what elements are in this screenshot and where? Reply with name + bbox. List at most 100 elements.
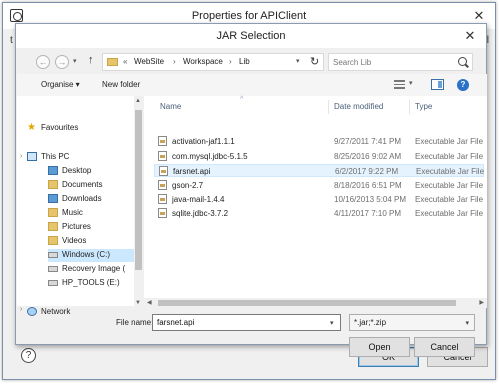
sidebar-item-desktop[interactable]: Desktop bbox=[48, 165, 133, 178]
file-name: gson-2.7 bbox=[172, 181, 204, 190]
column-divider[interactable] bbox=[328, 100, 329, 114]
jar-file-icon bbox=[158, 208, 167, 218]
command-bar: Organise ▾ New folder ▾ ? bbox=[17, 74, 487, 96]
music-folder-icon bbox=[48, 208, 58, 217]
sidebar-item-label: Music bbox=[62, 208, 83, 217]
file-name-label: File name: bbox=[116, 318, 154, 327]
scroll-up-icon[interactable]: ▲ bbox=[135, 98, 141, 104]
file-name: com.mysql.jdbc-5.1.5 bbox=[172, 152, 248, 161]
jar-selection-dialog: JAR Selection ✕ ← → ▾ ↑ « WebSite › Work… bbox=[15, 23, 487, 357]
file-type: Executable Jar File bbox=[415, 195, 484, 204]
file-name: java-mail-1.4.4 bbox=[172, 195, 225, 204]
file-name-field[interactable] bbox=[152, 314, 341, 331]
column-header-name[interactable]: Name bbox=[160, 102, 181, 111]
dialog-close-icon[interactable]: ✕ bbox=[460, 27, 480, 45]
file-date: 10/16/2013 5:04 PM bbox=[334, 195, 407, 204]
chevron-down-icon: ▾ bbox=[465, 320, 469, 327]
scroll-down-icon[interactable]: ▼ bbox=[135, 300, 141, 306]
sidebar-item-documents[interactable]: Documents bbox=[48, 179, 133, 192]
view-dropdown-icon[interactable]: ▾ bbox=[409, 79, 413, 87]
column-header-date-modified[interactable]: Date modified bbox=[334, 102, 383, 111]
drive-icon bbox=[48, 280, 58, 286]
sidebar-item-downloads[interactable]: Downloads bbox=[48, 193, 133, 206]
column-divider[interactable] bbox=[409, 100, 410, 114]
sidebar-item-label: Downloads bbox=[62, 194, 102, 203]
breadcrumb-overflow[interactable]: « bbox=[123, 57, 127, 66]
dialog-cancel-button[interactable]: Cancel bbox=[414, 337, 475, 357]
sidebar-item-windows-c[interactable]: Windows (C:) bbox=[48, 249, 134, 262]
outer-side-text-left: t bbox=[10, 35, 13, 46]
properties-window: Properties for APIClient ✕ t l ? OK Canc… bbox=[2, 2, 496, 380]
sidebar-item-this-pc[interactable]: This PC bbox=[27, 151, 127, 164]
pictures-folder-icon bbox=[48, 222, 58, 231]
sidebar-item-label: Favourites bbox=[41, 123, 79, 132]
breadcrumb-lib[interactable]: Lib bbox=[239, 57, 250, 66]
star-icon: ★ bbox=[27, 122, 36, 133]
expand-arrow-icon[interactable]: › bbox=[20, 153, 22, 160]
preview-pane-icon[interactable] bbox=[431, 79, 444, 90]
scroll-right-icon[interactable]: ▶ bbox=[479, 299, 484, 306]
open-button[interactable]: Open bbox=[349, 337, 410, 357]
new-folder-button[interactable]: New folder bbox=[102, 80, 140, 89]
jar-file-icon bbox=[158, 136, 167, 146]
horizontal-scroll-thumb[interactable] bbox=[158, 300, 456, 306]
sidebar-scroll-thumb[interactable] bbox=[135, 110, 142, 270]
file-name-dropdown-icon[interactable]: ▾ bbox=[330, 319, 334, 327]
jar-file-icon bbox=[158, 180, 167, 190]
sidebar-item-favourites[interactable]: ★ Favourites bbox=[27, 122, 127, 135]
navigation-pane: ★ Favourites › This PC Desktop Documents… bbox=[17, 96, 136, 313]
organise-menu[interactable]: Organise ▾ bbox=[41, 80, 80, 89]
desktop-folder-icon bbox=[48, 166, 58, 175]
file-list: Name ^ Date modified Type activation-jaf… bbox=[144, 96, 487, 308]
file-row[interactable]: java-mail-1.4.4 10/16/2013 5:04 PM Execu… bbox=[154, 193, 484, 206]
jar-file-icon bbox=[159, 166, 168, 176]
view-options-icon[interactable] bbox=[394, 80, 405, 89]
forward-arrow-icon[interactable]: → bbox=[55, 55, 69, 69]
breadcrumb-separator: › bbox=[229, 57, 232, 66]
file-name: sqlite.jdbc-3.7.2 bbox=[172, 209, 229, 218]
sidebar-item-music[interactable]: Music bbox=[48, 207, 133, 220]
expand-arrow-icon[interactable]: › bbox=[20, 306, 22, 313]
file-list-horizontal-scrollbar[interactable]: ◀ ▶ bbox=[144, 298, 487, 308]
sidebar-item-network[interactable]: Network bbox=[27, 306, 127, 319]
file-row[interactable]: com.mysql.jdbc-5.1.5 8/25/2016 9:02 AM E… bbox=[154, 150, 484, 163]
sidebar-item-label: Documents bbox=[62, 180, 103, 189]
file-row-selected[interactable]: farsnet.api 6/2/2017 9:22 PM Executable … bbox=[154, 164, 484, 177]
refresh-icon[interactable]: ↻ bbox=[310, 55, 319, 68]
address-dropdown-icon[interactable]: ▾ bbox=[296, 57, 300, 65]
drive-icon bbox=[48, 252, 58, 258]
address-bar[interactable]: « WebSite › Workspace › Lib ▾ ↻ bbox=[102, 53, 324, 71]
help-icon[interactable]: ? bbox=[21, 348, 36, 363]
sidebar-item-label: Network bbox=[41, 307, 71, 316]
dialog-titlebar: JAR Selection ✕ bbox=[16, 24, 486, 48]
search-icon[interactable] bbox=[458, 57, 467, 66]
dialog-help-icon[interactable]: ? bbox=[457, 79, 469, 91]
scroll-left-icon[interactable]: ◀ bbox=[147, 299, 152, 306]
jar-file-icon bbox=[158, 151, 167, 161]
sidebar-item-pictures[interactable]: Pictures bbox=[48, 221, 133, 234]
back-arrow-icon[interactable]: ← bbox=[36, 55, 50, 69]
file-type-filter-select[interactable]: *.jar;*.zip ▾ bbox=[349, 314, 475, 331]
file-date: 4/11/2017 7:10 PM bbox=[334, 209, 402, 218]
file-row[interactable]: sqlite.jdbc-3.7.2 4/11/2017 7:10 PM Exec… bbox=[154, 207, 484, 220]
computer-icon bbox=[27, 152, 37, 161]
sidebar-scrollbar[interactable]: ▲ ▼ bbox=[134, 96, 143, 308]
search-input[interactable] bbox=[333, 56, 448, 69]
recent-locations-dropdown-icon[interactable]: ▾ bbox=[73, 57, 77, 65]
breadcrumb-separator: › bbox=[173, 57, 176, 66]
file-date: 6/2/2017 9:22 PM bbox=[335, 167, 399, 176]
sidebar-item-label: Videos bbox=[62, 236, 87, 245]
file-type: Executable Jar File bbox=[415, 181, 484, 190]
file-type: Executable Jar File bbox=[415, 209, 484, 218]
file-row[interactable]: activation-jaf1.1.1 9/27/2011 7:41 PM Ex… bbox=[154, 135, 484, 148]
column-header-type[interactable]: Type bbox=[415, 102, 432, 111]
sidebar-item-videos[interactable]: Videos bbox=[48, 235, 133, 248]
search-box[interactable] bbox=[328, 53, 473, 71]
up-arrow-icon[interactable]: ↑ bbox=[88, 54, 94, 66]
sidebar-item-label: HP_TOOLS (E:) bbox=[62, 278, 120, 287]
sidebar-item-hp-tools[interactable]: HP_TOOLS (E:) bbox=[48, 277, 133, 290]
breadcrumb-website[interactable]: WebSite bbox=[134, 57, 164, 66]
file-row[interactable]: gson-2.7 8/18/2016 6:51 PM Executable Ja… bbox=[154, 179, 484, 192]
breadcrumb-workspace[interactable]: Workspace bbox=[183, 57, 223, 66]
sidebar-item-recovery-image[interactable]: Recovery Image ( bbox=[48, 263, 133, 276]
